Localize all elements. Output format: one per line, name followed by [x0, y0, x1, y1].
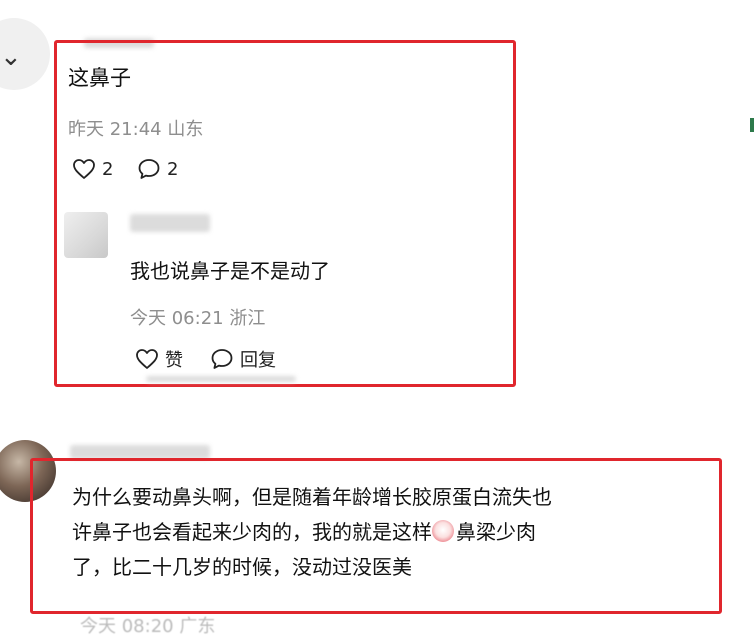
reply-label: 回复	[240, 350, 276, 371]
comment-bubble-icon	[210, 348, 234, 370]
reply-avatar[interactable]	[64, 212, 108, 258]
comment-meta: 昨天 21:44 山东	[68, 115, 203, 141]
reply-meta: 今天 06:21 浙江	[130, 304, 265, 330]
reply-time: 今天 06:21	[130, 308, 224, 329]
highlight-box	[54, 40, 516, 387]
blurred-username	[70, 445, 210, 459]
heart-icon	[72, 158, 96, 180]
avatar[interactable]: ⌄	[0, 18, 50, 90]
heart-icon	[135, 348, 159, 370]
crying-face-icon	[432, 520, 454, 542]
blurred-username	[130, 214, 210, 232]
like-button[interactable]: 2	[72, 158, 113, 180]
edge-indicator	[750, 118, 754, 132]
reply-button[interactable]: 回复	[210, 346, 276, 372]
like-button[interactable]: 赞	[135, 346, 183, 372]
comment-location: 山东	[167, 119, 204, 140]
blurred-row	[146, 376, 296, 382]
comment-line: 了，比二十几岁的时候，没动过没医美	[72, 555, 412, 579]
comment-meta: 今天 08:20 广东	[80, 616, 216, 637]
reply-location: 浙江	[229, 308, 266, 329]
comment-text: 为什么要动鼻头啊，但是随着年龄增长胶原蛋白流失也 许鼻子也会看起来少肉的，我的就…	[72, 480, 692, 585]
like-count: 2	[102, 158, 114, 180]
like-label: 赞	[165, 350, 183, 371]
chevron-down-icon: ⌄	[0, 42, 22, 72]
comment-line: 许鼻子也会看起来少肉的，我的就是这样 鼻梁少肉	[72, 520, 536, 544]
comment-line: 为什么要动鼻头啊，但是随着年龄增长胶原蛋白流失也	[72, 485, 552, 509]
reply-count: 2	[167, 158, 179, 180]
comment-bubble-icon	[137, 158, 161, 180]
comment-time: 昨天 21:44	[68, 119, 162, 140]
reply-text: 我也说鼻子是不是动了	[130, 259, 330, 283]
reply-button[interactable]: 2	[137, 158, 178, 180]
comment-text: 这鼻子	[68, 66, 131, 90]
